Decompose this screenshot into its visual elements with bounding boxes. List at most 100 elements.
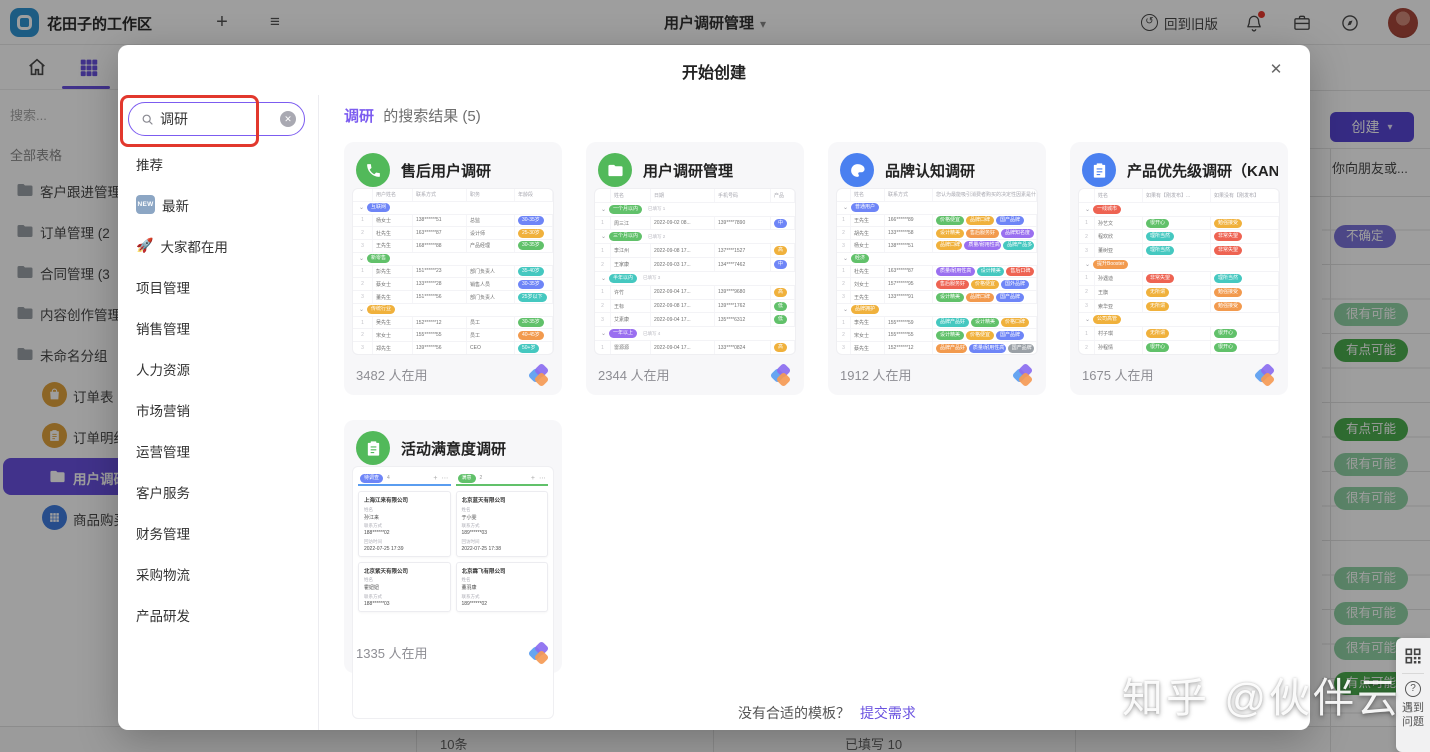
help-text[interactable]: 遇到 问题 [1396, 701, 1430, 729]
close-icon[interactable]: ✕ [1264, 58, 1288, 82]
mini-badge: 国产品牌 [996, 292, 1025, 302]
mini-badge: 理所当然 [1146, 246, 1175, 256]
category-item-11[interactable]: 产品研发 [118, 594, 316, 635]
preview-row: 1 村子琪 无所谓 很开心 [1079, 327, 1279, 342]
template-preview: 待调查 4 + ⋯ 上海江来有限公司 姓名 孙江来 联系方式 188******02 回访时间 20… [352, 466, 554, 719]
mini-badge: 高 [774, 287, 788, 297]
category-label: 大家都在用 [160, 239, 228, 255]
mini-badge: 设计精美 [936, 292, 965, 302]
help-widget[interactable]: ? 遇到 问题 [1396, 638, 1430, 752]
mini-badge: 三个月以内 [609, 232, 643, 242]
preview-row: 2 王旗 无所谓 勉强接受 [1079, 285, 1279, 300]
group-note: 已填写 3 [643, 275, 661, 281]
collapse-icon: ⌄ [359, 307, 365, 314]
preview-row: 1 彭先生 151******23 部门负责人 35-40岁 [353, 265, 553, 279]
category-item-6[interactable]: 市场营销 [118, 389, 316, 430]
preview-row: ⌄ 一年以上 已填写 4 [595, 327, 795, 342]
mini-badge: 售后服务好 [966, 228, 999, 238]
column-count: 2 [479, 475, 483, 481]
submit-request-link[interactable]: 提交需求 [860, 705, 916, 721]
field-label: 联系方式 [461, 523, 480, 528]
preview-row: ⌄ 三个月以内 已填写 2 [595, 230, 795, 245]
category-label: 采购物流 [136, 567, 190, 583]
category-item-9[interactable]: 财务管理 [118, 512, 316, 553]
category-item-0[interactable]: 推荐 [118, 143, 316, 184]
mini-badge: 设计精美 [936, 228, 964, 238]
category-item-1[interactable]: NEW 最新 [118, 184, 316, 225]
template-card-3[interactable]: 产品优先级调研（KAN... 姓名 如果有【刚发布】... 如果没有【刚发布】 ⌄ 一线城… [1070, 142, 1288, 395]
usage-count: 1335 人在用 [356, 646, 428, 661]
category-item-4[interactable]: 销售管理 [118, 307, 316, 348]
field-value: 189******02 [461, 600, 488, 607]
mini-badge: 理所当然 [1146, 232, 1175, 242]
mini-badge: 高 [774, 343, 788, 353]
preview-row: 姓名 日期 手机号码 产品 [595, 189, 795, 203]
category-item-8[interactable]: 客户服务 [118, 471, 316, 512]
template-title: 产品优先级调研（KAN... [1127, 162, 1278, 180]
collapse-icon: ⌄ [359, 256, 365, 263]
clear-search-icon[interactable]: ✕ [280, 111, 296, 127]
category-label: 市场营销 [136, 403, 190, 419]
category-label: 推荐 [136, 157, 163, 173]
group-note: 已填写 2 [648, 233, 666, 239]
template-card-1[interactable]: 用户调研管理 姓名 日期 手机号码 产品 ⌄ 一个月以内 已填写 1 1 周三江 2022-09-0… [586, 142, 804, 395]
results-keyword: 调研 [344, 108, 375, 125]
preview-row: ⌄ 品牌拥护 [837, 304, 1037, 317]
usage-count: 1912 人在用 [840, 368, 912, 383]
collapse-icon: ⌄ [359, 205, 365, 212]
huoban-logo [769, 362, 792, 388]
mini-badge: 售后口碑 [1006, 266, 1034, 276]
mini-badge: 一年以上 [609, 329, 638, 339]
template-card-4[interactable]: 活动满意度调研 待调查 4 + ⋯ 上海江来有限公司 姓名 孙江来 联系方式 188******0… [344, 420, 562, 719]
mini-badge: 普通用户 [851, 203, 880, 213]
field-value: 于小雯 [461, 514, 477, 521]
preview-row: 3 王先生 168******88 产品经理 30-35岁 [353, 240, 553, 253]
mini-badge: 品牌口碑 [966, 292, 995, 302]
template-card-2[interactable]: 品牌认知调研 姓名 联系方式 您认为最能吸引消费者购买的决定性因素是什么？ ⌄ 普通用户 1… [828, 142, 1046, 395]
preview-row: 3 郑先生 139******56 CEO 50+岁 [353, 342, 553, 354]
template-search-box[interactable]: ✕ [128, 102, 305, 136]
group-note: 已填写 1 [648, 206, 666, 212]
kanban-card: 北京紫天有限公司 姓名 霍妞妞 联系方式 188******03 [358, 561, 451, 612]
category-label: 销售管理 [136, 321, 190, 337]
preview-row: 用户姓名 联系方式 职务 年龄段 [353, 189, 553, 202]
collapse-icon: ⌄ [601, 331, 607, 338]
category-item-7[interactable]: 运营管理 [118, 430, 316, 471]
template-preview: 姓名 日期 手机号码 产品 ⌄ 一个月以内 已填写 1 1 周三江 2022-09-02 08..… [594, 188, 796, 355]
category-label: 运营管理 [136, 444, 190, 460]
mini-badge: 很开心 [1214, 343, 1238, 353]
collapse-icon: ⌄ [1085, 206, 1091, 213]
collapse-icon: ⌄ [1085, 317, 1091, 324]
category-item-5[interactable]: 人力资源 [118, 348, 316, 389]
qr-code-icon[interactable] [1403, 646, 1423, 666]
template-card-0[interactable]: 售后用户调研 用户姓名 联系方式 职务 年龄段 ⌄ 互联网 1 杨女士 138******51 总监… [344, 142, 562, 395]
mini-badge: 待调查 [360, 473, 384, 483]
no-template-text: 没有合适的模板？ [738, 705, 851, 721]
preview-row: ⌄ 提升Booster [1079, 258, 1279, 272]
search-icon [142, 114, 153, 125]
category-item-10[interactable]: 采购物流 [118, 553, 316, 594]
help-question-icon[interactable]: ? [1405, 681, 1421, 697]
category-item-2[interactable]: 🚀 大家都在用 [118, 225, 316, 266]
usage-count: 1675 人在用 [1082, 368, 1154, 383]
mini-badge: 国产品牌 [996, 215, 1025, 225]
preview-row: 3 王先生 133******91 设计精美 品牌口碑 国产品牌 [837, 291, 1037, 304]
mini-badge: 一线城市 [1093, 204, 1122, 214]
field-value: 189******03 [461, 530, 488, 536]
template-category-menu: 推荐 NEW 最新 🚀 大家都在用 项目管理销售管理人力资源市场营销运营管理客户服务 财务管… [118, 143, 316, 635]
folder-icon [607, 164, 623, 176]
collapse-icon: ⌄ [601, 275, 607, 282]
preview-row: 3 索华亚 无所谓 勉强接受 [1079, 299, 1279, 314]
field-label: 姓名 [461, 577, 471, 582]
usage-count: 3482 人在用 [356, 368, 428, 383]
company-name: 北京紫天有限公司 [364, 568, 409, 575]
category-item-3[interactable]: 项目管理 [118, 266, 316, 307]
huoban-logo [527, 640, 550, 666]
mini-badge: 品牌口碑 [966, 215, 995, 225]
kanban-card: 北京霖飞有限公司 姓名 董羽康 联系方式 189******02 [455, 561, 548, 612]
mini-badge: 勉强接受 [1214, 301, 1243, 311]
preview-row: 1 吴先生 152******12 员工 30-35岁 [353, 316, 553, 330]
template-search-input[interactable] [160, 111, 280, 127]
mini-badge: 品牌产品好 [936, 343, 967, 353]
preview-row: 1 孙遇迪 非常失望 理所当然 [1079, 271, 1279, 286]
